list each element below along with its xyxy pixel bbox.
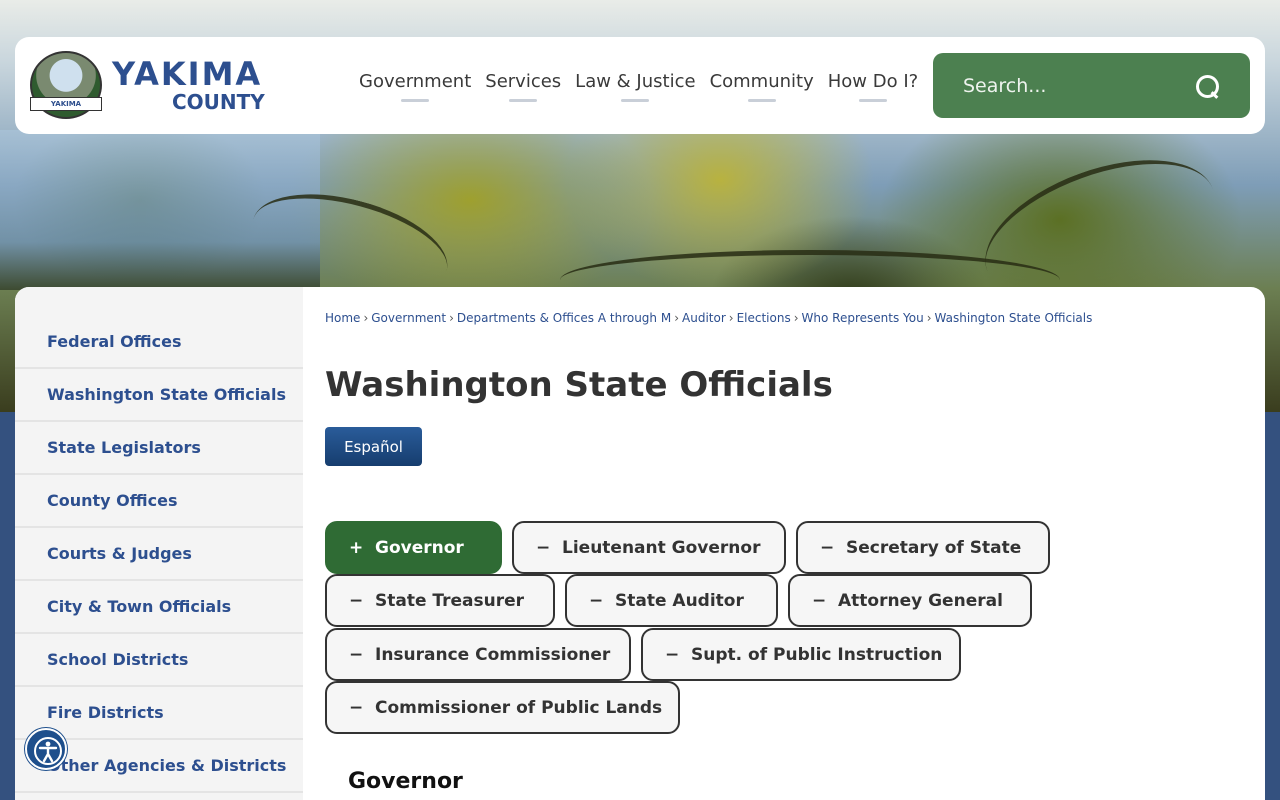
- tab-secretary-of-state[interactable]: − Secretary of State: [796, 521, 1050, 574]
- collapse-icon: −: [665, 644, 680, 665]
- sidebar-item-city-town-officials[interactable]: City & Town Officials: [15, 581, 303, 634]
- tab-supt-public-instruction[interactable]: − Supt. of Public Instruction: [641, 628, 961, 681]
- search-input[interactable]: [963, 74, 1183, 97]
- breadcrumb-link[interactable]: Auditor: [682, 311, 726, 325]
- sidebar-item-federal-offices[interactable]: Federal Offices: [15, 316, 303, 369]
- sidebar: Federal Offices Washington State Officia…: [15, 287, 303, 800]
- search-box: [933, 53, 1250, 118]
- expand-icon: +: [349, 537, 364, 558]
- breadcrumb-current[interactable]: Washington State Officials: [935, 311, 1093, 325]
- main-nav: Government Services Law & Justice Commun…: [359, 71, 932, 102]
- nav-services[interactable]: Services: [485, 71, 561, 102]
- tab-state-treasurer[interactable]: − State Treasurer: [325, 574, 555, 627]
- search-icon[interactable]: [1194, 73, 1220, 99]
- collapse-icon: −: [349, 697, 364, 718]
- collapse-icon: −: [812, 590, 827, 611]
- accessibility-button[interactable]: [25, 728, 67, 770]
- logo-line2: COUNTY: [172, 90, 265, 114]
- tab-commissioner-public-lands[interactable]: − Commissioner of Public Lands: [325, 681, 680, 734]
- breadcrumb-link[interactable]: Government: [371, 311, 446, 325]
- nav-how-do-i[interactable]: How Do I?: [828, 71, 918, 102]
- section-heading: Governor: [348, 769, 463, 794]
- tab-attorney-general[interactable]: − Attorney General: [788, 574, 1032, 627]
- tab-governor[interactable]: + Governor: [325, 521, 502, 574]
- collapse-icon: −: [536, 537, 551, 558]
- collapse-icon: −: [349, 590, 364, 611]
- tab-label: Attorney General: [838, 590, 1003, 611]
- sidebar-item-county-offices[interactable]: County Offices: [15, 475, 303, 528]
- tab-label: Supt. of Public Instruction: [691, 644, 943, 665]
- breadcrumb-link[interactable]: Elections: [737, 311, 791, 325]
- main-content: Home › Government › Departments & Offices A …: [325, 287, 1265, 800]
- nav-community[interactable]: Community: [710, 71, 814, 102]
- tab-label: Insurance Commissioner: [375, 644, 611, 665]
- breadcrumb-link[interactable]: Who Represents You: [802, 311, 924, 325]
- sidebar-item-state-legislators[interactable]: State Legislators: [15, 422, 303, 475]
- sidebar-item-school-districts[interactable]: School Districts: [15, 634, 303, 687]
- page-title: Washington State Officials: [325, 365, 833, 405]
- county-seal-icon: YAKIMA: [30, 51, 102, 119]
- tab-label: State Auditor: [615, 590, 744, 611]
- collapse-icon: −: [589, 590, 604, 611]
- sidebar-item-courts-judges[interactable]: Courts & Judges: [15, 528, 303, 581]
- seal-banner: YAKIMA: [30, 97, 102, 111]
- tab-label: Governor: [375, 537, 464, 558]
- nav-government[interactable]: Government: [359, 71, 471, 102]
- breadcrumb: Home › Government › Departments & Offices A …: [325, 311, 1093, 325]
- sidebar-item-washington-state-officials[interactable]: Washington State Officials: [15, 369, 303, 422]
- tab-lieutenant-governor[interactable]: − Lieutenant Governor: [512, 521, 786, 574]
- tab-label: Lieutenant Governor: [562, 537, 761, 558]
- nav-law-justice[interactable]: Law & Justice: [575, 71, 695, 102]
- tab-label: State Treasurer: [375, 590, 525, 611]
- accessibility-icon: [34, 737, 62, 765]
- espanol-button[interactable]: Español: [325, 427, 422, 466]
- breadcrumb-link[interactable]: Departments & Offices A through M: [457, 311, 671, 325]
- collapse-icon: −: [349, 644, 364, 665]
- tab-state-auditor[interactable]: − State Auditor: [565, 574, 778, 627]
- tab-insurance-commissioner[interactable]: − Insurance Commissioner: [325, 628, 631, 681]
- breadcrumb-link[interactable]: Home: [325, 311, 360, 325]
- site-header: YAKIMA YAKIMA COUNTY Government Services…: [15, 37, 1265, 134]
- site-logo[interactable]: YAKIMA YAKIMA COUNTY: [30, 51, 265, 119]
- logo-text: YAKIMA COUNTY: [112, 58, 265, 112]
- collapse-icon: −: [820, 537, 835, 558]
- tab-label: Commissioner of Public Lands: [375, 697, 663, 718]
- content-card: Federal Offices Washington State Officia…: [15, 287, 1265, 800]
- tab-label: Secretary of State: [846, 537, 1022, 558]
- logo-line1: YAKIMA: [112, 55, 263, 93]
